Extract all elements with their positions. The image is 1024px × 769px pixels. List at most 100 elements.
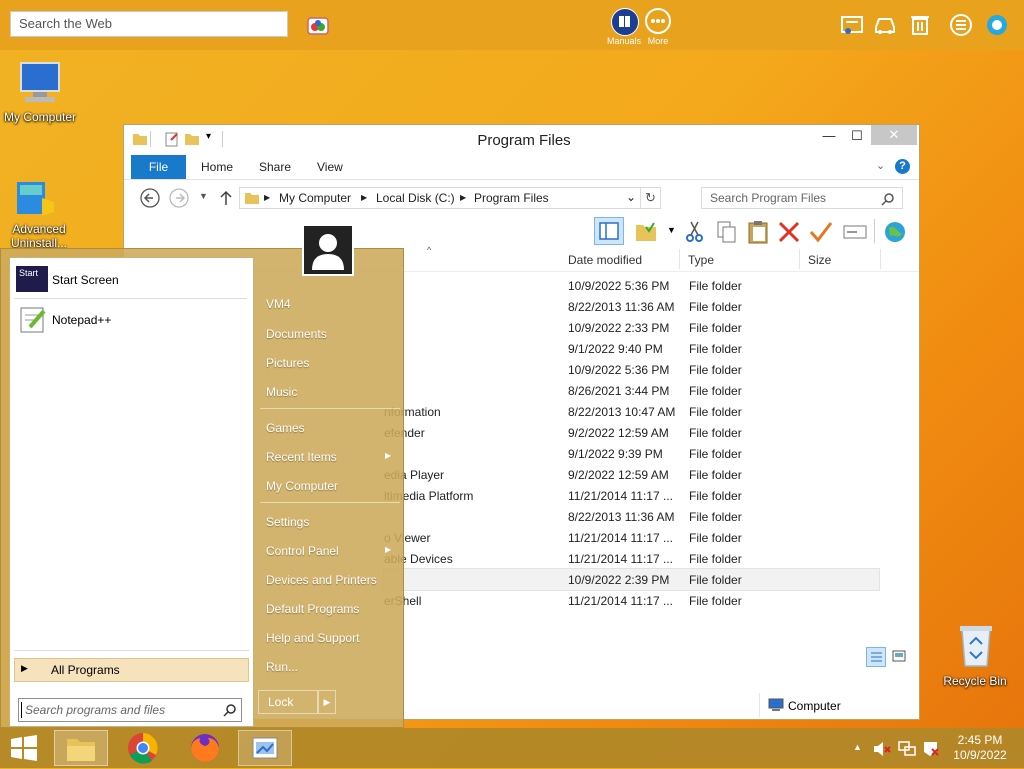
paste-icon[interactable] [745, 219, 771, 245]
up-icon[interactable] [218, 189, 234, 207]
table-row[interactable]: 10/9/2022 2:39 PM File folder [383, 568, 880, 591]
new-folder-icon[interactable] [184, 131, 200, 147]
tab-share[interactable]: Share [259, 160, 291, 174]
start-item-pictures[interactable]: Pictures [266, 356, 309, 370]
cut-icon[interactable] [682, 219, 708, 245]
search-icon[interactable] [223, 703, 237, 717]
start-item-run[interactable]: Run... [266, 660, 298, 674]
start-screen-icon-text: Start [19, 268, 39, 278]
table-row[interactable]: 10/9/2022 5:36 PM File folder [384, 275, 879, 296]
start-item-recent-items[interactable]: Recent Items [266, 450, 337, 464]
tab-home[interactable]: Home [201, 160, 233, 174]
pinned-start-screen[interactable]: Start Start Screen [14, 262, 249, 298]
table-row[interactable]: 8/22/2013 11:36 AM File folder [384, 296, 879, 317]
maximize-button[interactable]: ☐ [842, 125, 872, 147]
minimize-button[interactable]: — [814, 125, 844, 147]
folder-icon [133, 134, 147, 145]
start-item-documents[interactable]: Documents [266, 327, 327, 341]
windows-start-icon[interactable] [8, 734, 40, 762]
close-button[interactable]: ✕ [871, 125, 917, 145]
table-row[interactable]: ltimedia Platform 11/21/2014 11:17 ... Fil… [384, 485, 879, 506]
table-row[interactable]: 9/1/2022 9:40 PM File folder [384, 338, 879, 359]
action-center-icon[interactable] [921, 740, 941, 758]
start-search-input[interactable]: Search programs and files [18, 698, 242, 722]
preview-pane-icon[interactable] [594, 217, 624, 245]
forward-icon[interactable] [168, 187, 190, 209]
start-item-control-panel[interactable]: Control Panel [266, 544, 339, 558]
tab-view[interactable]: View [317, 160, 343, 174]
start-item-settings[interactable]: Settings [266, 515, 309, 529]
globe-icon[interactable] [882, 219, 908, 245]
row-date-modified: 11/21/2014 11:17 ... [568, 552, 673, 566]
address-bar[interactable]: ▶ My Computer ▶ Local Disk (C:) ▶ Progra… [239, 187, 661, 209]
table-row[interactable]: able Devices 11/21/2014 11:17 ... File fol… [384, 548, 879, 569]
table-row[interactable]: 8/22/2013 11:36 AM File folder [384, 506, 879, 527]
table-row[interactable]: 8/26/2021 3:44 PM File folder [384, 380, 879, 401]
breadcrumb-program-files[interactable]: Program Files [474, 191, 549, 205]
start-item-my-computer[interactable]: My Computer [266, 479, 338, 493]
details-view-icon[interactable] [866, 647, 886, 667]
column-size[interactable]: Size [808, 253, 831, 267]
search-program-files-input[interactable]: Search Program Files [701, 187, 903, 209]
start-item-help-support[interactable]: Help and Support [266, 631, 359, 645]
certificate-icon[interactable] [840, 13, 864, 37]
volume-muted-icon[interactable] [872, 740, 892, 758]
table-row[interactable]: edia Player 9/2/2022 12:59 AM File folder [384, 464, 879, 485]
trash-icon[interactable] [908, 12, 932, 36]
lock-button[interactable]: Lock [258, 690, 318, 714]
taskbar-file-explorer[interactable] [54, 730, 108, 766]
table-row[interactable]: efender 9/2/2022 12:59 AM File folder [384, 422, 879, 443]
paint-icon[interactable] [306, 14, 330, 36]
network-icon[interactable] [897, 740, 917, 758]
all-programs-button[interactable]: ▶ All Programs [14, 658, 249, 682]
rename-icon[interactable] [842, 219, 868, 245]
table-row[interactable]: erShell11/21/2014 11:17 ...File folder [384, 590, 879, 611]
car-icon[interactable] [873, 13, 897, 37]
start-item-default-programs[interactable]: Default Programs [266, 602, 359, 616]
chevron-right-icon[interactable]: ▶ [264, 193, 270, 202]
pinned-notepad-plus-plus[interactable]: Notepad++ [14, 302, 249, 338]
column-date-modified[interactable]: Date modified [568, 253, 642, 267]
column-type[interactable]: Type [688, 253, 714, 267]
help-icon[interactable]: ? [895, 159, 910, 174]
user-avatar[interactable] [302, 224, 354, 276]
web-search-input[interactable]: Search the Web [10, 11, 288, 37]
tab-file[interactable]: File [131, 155, 186, 179]
taskbar-control-panel[interactable] [238, 730, 292, 766]
breadcrumb-my-computer[interactable]: My Computer [279, 191, 351, 205]
power-options-arrow-icon[interactable]: ▶ [318, 690, 336, 714]
table-row[interactable]: 10/9/2022 2:33 PM File folder [384, 317, 879, 338]
clock[interactable]: 2:45 PM 10/9/2022 [944, 733, 1016, 763]
back-icon[interactable] [139, 187, 161, 209]
breadcrumb-local-disk[interactable]: Local Disk (C:) [376, 191, 455, 205]
search-icon[interactable] [881, 192, 895, 206]
checkmark-icon[interactable] [808, 219, 834, 245]
chevron-down-icon[interactable]: ⌄ [626, 190, 636, 204]
table-row[interactable]: o Viewer 11/21/2014 11:17 ... File folder [384, 527, 879, 548]
chevron-right-icon[interactable]: ▶ [361, 193, 367, 202]
start-item-user[interactable]: VM4 [266, 297, 291, 311]
properties-icon[interactable] [164, 131, 180, 147]
start-item-games[interactable]: Games [266, 421, 305, 435]
start-item-music[interactable]: Music [266, 385, 297, 399]
chevron-down-icon[interactable]: ▼ [667, 225, 676, 235]
start-item-devices-printers[interactable]: Devices and Printers [266, 573, 377, 587]
show-hidden-icons-icon[interactable]: ▲ [853, 742, 862, 752]
ribbon-expand-icon[interactable]: ⌄ [876, 159, 885, 172]
delete-icon[interactable] [776, 219, 802, 245]
large-icons-view-icon[interactable] [890, 647, 910, 667]
taskbar-chrome[interactable] [116, 730, 170, 766]
recent-locations-icon[interactable]: ▼ [199, 191, 208, 201]
table-row[interactable]: 10/9/2022 5:36 PM File folder [384, 359, 879, 380]
chevron-right-icon[interactable]: ▶ [460, 193, 466, 202]
refresh-icon[interactable]: ↻ [645, 190, 656, 206]
select-folder-icon[interactable] [634, 219, 660, 245]
explorer-titlebar[interactable]: ▾ Program Files — ☐ ✕ [124, 125, 919, 155]
quick-access-dropdown-icon[interactable]: ▾ [206, 131, 211, 142]
table-row[interactable]: 9/1/2022 9:39 PM File folder [384, 443, 879, 464]
menu-icon[interactable] [949, 13, 973, 37]
chat-icon[interactable] [985, 13, 1009, 37]
table-row[interactable]: nformation 8/22/2013 10:47 AM File folder [384, 401, 879, 422]
taskbar-firefox[interactable] [178, 730, 232, 766]
copy-icon[interactable] [714, 219, 740, 245]
